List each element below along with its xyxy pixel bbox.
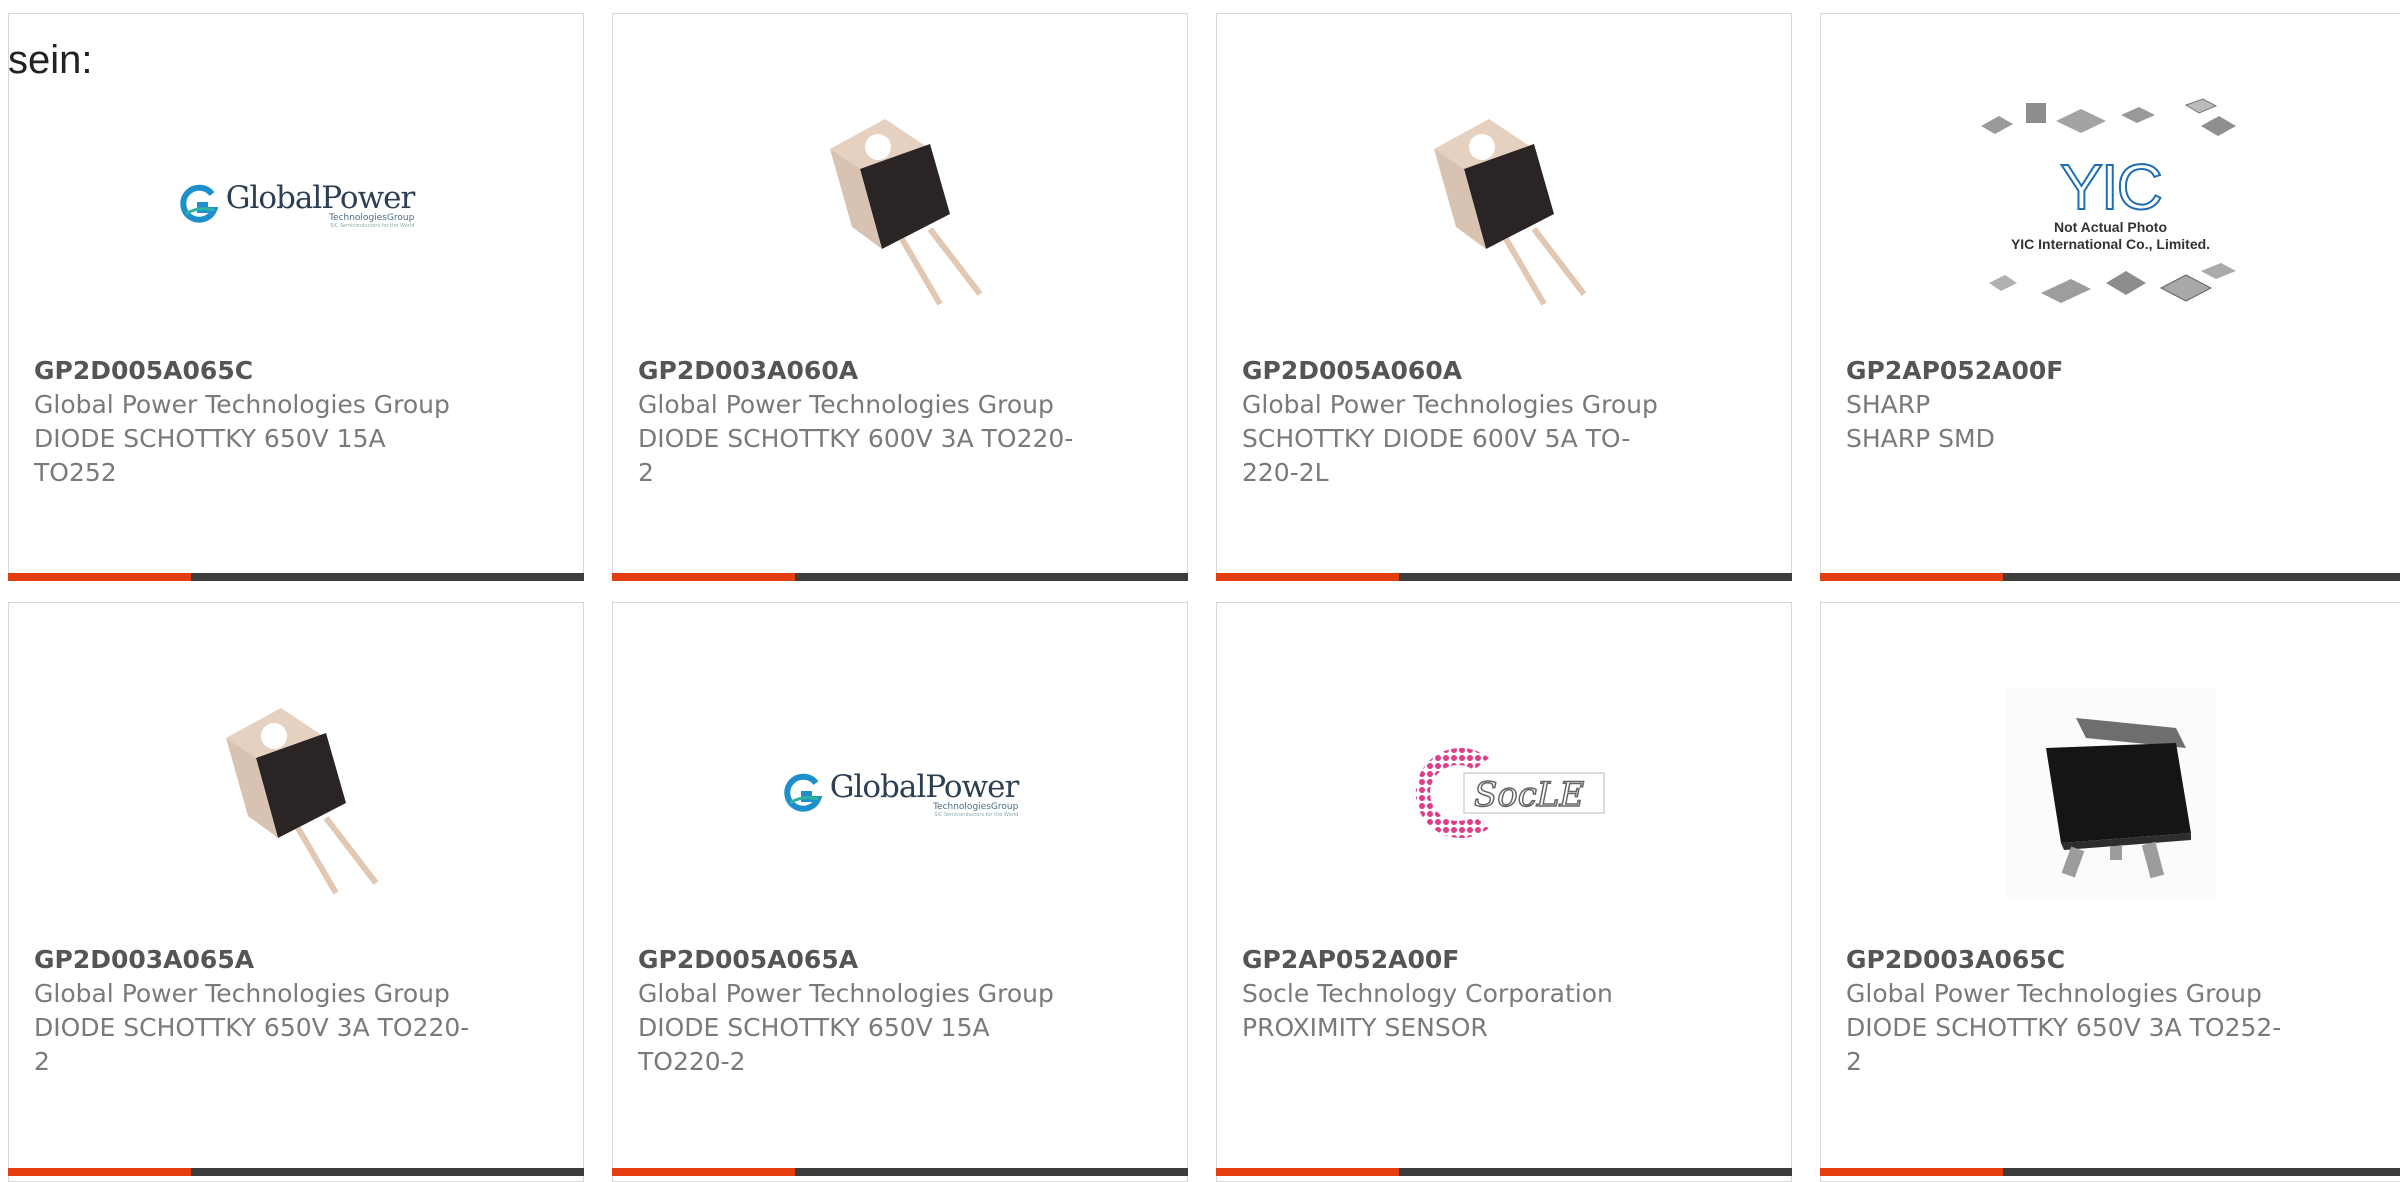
manufacturer: Global Power Technologies Group bbox=[638, 390, 1054, 419]
manufacturer: SHARP bbox=[1846, 390, 1931, 419]
product-image[interactable]: GlobalPower TechnologiesGroup SiC Semico… bbox=[613, 643, 1187, 943]
product-image[interactable] bbox=[9, 643, 583, 943]
to252-dpak-photo bbox=[2005, 688, 2216, 898]
description: SHARP SMD bbox=[1846, 424, 1995, 453]
part-number[interactable]: GP2D005A065C bbox=[34, 354, 473, 388]
manufacturer: Global Power Technologies Group bbox=[34, 390, 450, 419]
part-number[interactable]: GP2D003A060A bbox=[638, 354, 1077, 388]
yic-placeholder-image: YIC Not Actual Photo YIC International C… bbox=[1971, 91, 2251, 317]
description: DIODE SCHOTTKY 650V 3A TO252-2 bbox=[1846, 1013, 2282, 1076]
product-card[interactable]: GlobalPower TechnologiesGroup SiC Semico… bbox=[8, 13, 584, 581]
socle-logo: SocLE bbox=[1415, 748, 1605, 838]
manufacturer: Global Power Technologies Group bbox=[34, 979, 450, 1008]
globalpower-swirl-icon bbox=[180, 184, 218, 223]
yic-logo: YIC bbox=[2059, 151, 2164, 223]
card-bottom-bar bbox=[1216, 573, 1792, 581]
page-label: sein: bbox=[8, 38, 93, 82]
manufacturer: Socle Technology Corporation bbox=[1242, 979, 1613, 1008]
card-bottom-bar bbox=[612, 573, 1188, 581]
description: DIODE SCHOTTKY 650V 3A TO220-2 bbox=[34, 1013, 470, 1076]
manufacturer: Global Power Technologies Group bbox=[638, 979, 1054, 1008]
product-image[interactable] bbox=[1217, 54, 1791, 354]
card-bottom-bar bbox=[1820, 1168, 2400, 1176]
product-image[interactable] bbox=[1821, 643, 2400, 943]
product-card[interactable]: GP2D003A060A Global Power Technologies G… bbox=[612, 13, 1188, 581]
product-image[interactable]: GlobalPower TechnologiesGroup SiC Semico… bbox=[9, 54, 583, 354]
card-bottom-bar bbox=[1216, 1168, 1792, 1176]
description: SCHOTTKY DIODE 600V 5A TO-220-2L bbox=[1242, 424, 1631, 487]
product-card[interactable]: YIC Not Actual Photo YIC International C… bbox=[1820, 13, 2400, 581]
to220-diode-photo bbox=[226, 708, 379, 895]
product-card[interactable]: GP2D003A065C Global Power Technologies G… bbox=[1820, 602, 2400, 1182]
card-bottom-bar bbox=[612, 1168, 1188, 1176]
to220-diode-photo bbox=[1434, 119, 1587, 306]
svg-text:SocLE: SocLE bbox=[1474, 775, 1584, 815]
globalpower-logo: GlobalPower TechnologiesGroup SiC Semico… bbox=[178, 180, 415, 229]
description: PROXIMITY SENSOR bbox=[1242, 1013, 1488, 1042]
part-number[interactable]: GP2AP052A00F bbox=[1846, 354, 2290, 388]
part-number[interactable]: GP2D005A060A bbox=[1242, 354, 1681, 388]
yic-caption: Not Actual Photo YIC International Co., … bbox=[2010, 219, 2211, 252]
product-card[interactable]: GlobalPower TechnologiesGroup SiC Semico… bbox=[612, 602, 1188, 1182]
to220-diode-photo bbox=[830, 119, 983, 306]
part-number[interactable]: GP2D003A065A bbox=[34, 943, 473, 977]
card-bottom-bar bbox=[8, 1168, 584, 1176]
card-bottom-bar bbox=[8, 573, 584, 581]
product-image[interactable] bbox=[613, 54, 1187, 354]
part-number[interactable]: GP2AP052A00F bbox=[1242, 943, 1681, 977]
product-image[interactable]: YIC Not Actual Photo YIC International C… bbox=[1821, 54, 2400, 354]
globalpower-swirl-icon bbox=[784, 773, 822, 812]
description: DIODE SCHOTTKY 650V 15A TO220-2 bbox=[638, 1013, 990, 1076]
manufacturer: Global Power Technologies Group bbox=[1846, 979, 2262, 1008]
description: DIODE SCHOTTKY 650V 15A TO252 bbox=[34, 424, 386, 487]
manufacturer: Global Power Technologies Group bbox=[1242, 390, 1658, 419]
product-card[interactable]: GP2D005A060A Global Power Technologies G… bbox=[1216, 13, 1792, 581]
chip-packages-icon bbox=[1988, 263, 2236, 303]
part-number[interactable]: GP2D005A065A bbox=[638, 943, 1077, 977]
product-image[interactable]: SocLE bbox=[1217, 643, 1791, 943]
card-bottom-bar bbox=[1820, 573, 2400, 581]
product-card[interactable]: GP2D003A065A Global Power Technologies G… bbox=[8, 602, 584, 1182]
product-card[interactable]: SocLE GP2AP052A00F Socle Technology Corp… bbox=[1216, 602, 1792, 1182]
description: DIODE SCHOTTKY 600V 3A TO220-2 bbox=[638, 424, 1074, 487]
part-number[interactable]: GP2D003A065C bbox=[1846, 943, 2290, 977]
chip-packages-icon bbox=[1980, 98, 2236, 136]
globalpower-logo: GlobalPower TechnologiesGroup SiC Semico… bbox=[782, 769, 1019, 818]
